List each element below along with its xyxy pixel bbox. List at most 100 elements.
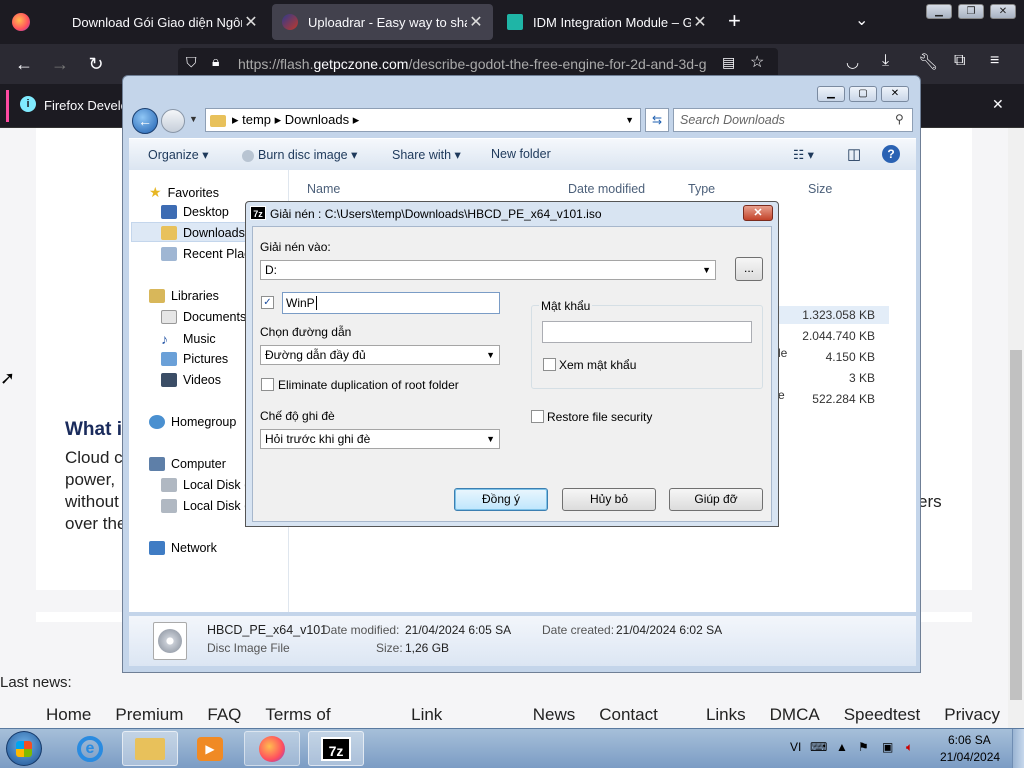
pocket-icon[interactable]: ◡ <box>846 53 859 71</box>
password-group <box>531 305 763 389</box>
tab-idm[interactable]: IDM Integration Module – Get th ✕ <box>497 4 717 40</box>
column-size[interactable]: Size <box>808 182 832 196</box>
firefox-icon[interactable] <box>12 13 30 31</box>
shield-icon[interactable]: ⛉ <box>186 54 197 71</box>
explorer-maximize-button[interactable]: ▢ <box>849 86 877 102</box>
reload-icon[interactable]: ↻ <box>82 44 110 84</box>
tab-download-language[interactable]: Download Gói Giao diện Ngôn ngữ ✕ <box>62 4 268 40</box>
nav-downloads[interactable]: Downloads <box>161 226 245 240</box>
tab-uploadrar[interactable]: Uploadrar - Easy way to share y ✕ <box>272 4 493 40</box>
start-button[interactable] <box>6 731 42 766</box>
back-icon[interactable]: ← <box>10 44 38 84</box>
details-size-label: Size: <box>376 641 403 655</box>
show-hidden-icons[interactable]: ▲ <box>836 740 848 754</box>
forward-icon[interactable]: → <box>46 44 74 84</box>
chevron-down-icon[interactable]: ▼ <box>702 261 711 279</box>
extract-to-combo[interactable]: D: ▼ <box>260 260 716 280</box>
chevron-down-icon[interactable]: ▼ <box>486 346 495 364</box>
nav-favorites[interactable]: ★ Favorites <box>149 184 219 201</box>
new-folder-button[interactable]: New folder <box>491 147 551 161</box>
star-icon: ★ <box>149 184 162 200</box>
show-desktop-button[interactable] <box>1012 729 1024 768</box>
downloads-icon[interactable]: ⤓ <box>882 52 889 70</box>
nav-label: Network <box>171 541 217 555</box>
nav-desktop[interactable]: Desktop <box>161 205 229 219</box>
close-window-button[interactable]: ✕ <box>990 4 1016 19</box>
close-tab-icon[interactable]: ✕ <box>691 12 709 32</box>
nav-pictures[interactable]: Pictures <box>161 352 228 366</box>
recent-pages-icon[interactable]: ▼ <box>189 114 198 124</box>
keyboard-icon[interactable]: ⌨ <box>810 740 827 754</box>
ok-button[interactable]: Đồng ý <box>454 488 548 511</box>
share-with-button[interactable]: Share with ▾ <box>392 147 461 162</box>
password-input[interactable] <box>542 321 752 343</box>
clock-date[interactable]: 21/04/2024 <box>940 750 1000 764</box>
breadcrumb-downloads[interactable]: Downloads <box>285 112 349 127</box>
clock-time[interactable]: 6:06 SA <box>948 733 991 747</box>
list-tabs-icon[interactable]: ⌄ <box>855 10 868 30</box>
media-player-icon[interactable]: ▶ <box>182 731 238 766</box>
wrench-icon[interactable]: 🔧︎ <box>918 52 938 72</box>
nav-homegroup[interactable]: Homegroup <box>149 415 236 429</box>
eliminate-duplication-label: Eliminate duplication of root folder <box>278 378 459 392</box>
eliminate-duplication-checkbox[interactable] <box>261 378 274 391</box>
burn-disc-button[interactable]: Burn disc image ▾ <box>242 147 357 162</box>
new-tab-button[interactable]: + <box>728 8 741 34</box>
explorer-forward-button[interactable] <box>161 109 185 133</box>
refresh-icon[interactable]: ⇆ <box>645 108 669 132</box>
search-input[interactable]: Search Downloads <box>673 108 913 132</box>
restore-button[interactable]: ❐ <box>958 4 984 19</box>
help-button[interactable]: Giúp đỡ <box>669 488 763 511</box>
subfolder-input[interactable]: WinP <box>282 292 500 314</box>
cancel-button[interactable]: Hủy bỏ <box>562 488 656 511</box>
path-mode-combo[interactable]: Đường dẫn đầy đủ ▼ <box>260 345 500 365</box>
internet-explorer-icon[interactable]: e <box>62 731 118 766</box>
volume-muted-icon[interactable]: 🔈︎ <box>906 740 913 755</box>
explorer-back-button[interactable]: ← <box>132 108 158 134</box>
view-options-icon[interactable]: ☷ ▾ <box>793 147 814 162</box>
column-type[interactable]: Type <box>688 182 715 196</box>
chevron-down-icon[interactable]: ▼ <box>486 430 495 448</box>
7zip-taskbar-icon[interactable]: 7z <box>308 731 364 766</box>
subfolder-checkbox[interactable]: ✓ <box>261 296 274 309</box>
help-icon[interactable]: ? <box>882 145 900 163</box>
browse-button[interactable]: ... <box>735 257 763 281</box>
nav-libraries[interactable]: Libraries <box>149 289 219 303</box>
breadcrumb-temp[interactable]: temp <box>242 112 271 127</box>
address-bar[interactable]: ▸ temp ▸ Downloads ▸ ▼ <box>205 108 641 132</box>
network-tray-icon[interactable]: ▣ <box>882 740 893 754</box>
lock-icon[interactable]: 🔒︎ <box>212 53 219 70</box>
nav-documents[interactable]: Documents <box>161 310 246 324</box>
explorer-taskbar-icon[interactable] <box>122 731 178 766</box>
nav-computer[interactable]: Computer <box>149 457 226 471</box>
action-center-flag-icon[interactable]: ⚑ <box>858 740 869 754</box>
reader-view-icon[interactable]: ▤ <box>722 54 735 71</box>
show-password-checkbox[interactable] <box>543 358 556 371</box>
explorer-close-button[interactable]: ✕ <box>881 86 909 102</box>
minimize-button[interactable]: ▁ <box>926 4 952 19</box>
bookmark-star-icon[interactable]: ☆ <box>750 52 764 72</box>
address-dropdown-icon[interactable]: ▼ <box>625 109 634 131</box>
nav-music[interactable]: ♪ Music <box>161 331 216 347</box>
explorer-minimize-button[interactable]: ▁ <box>817 86 845 102</box>
column-name[interactable]: Name <box>307 182 340 196</box>
command-bar: Organize ▾ Burn disc image ▾ Share with … <box>129 138 916 170</box>
close-tab-icon[interactable]: ✕ <box>467 12 485 32</box>
nav-network[interactable]: Network <box>149 541 217 555</box>
firefox-taskbar-icon[interactable] <box>244 731 300 766</box>
nav-videos[interactable]: Videos <box>161 373 221 387</box>
page-scrollbar-thumb[interactable] <box>1010 350 1022 700</box>
documents-icon <box>161 310 177 324</box>
desktop-icon <box>161 205 177 219</box>
dialog-close-button[interactable]: ✕ <box>743 205 773 221</box>
close-notification-icon[interactable]: ✕ <box>992 96 1004 113</box>
close-tab-icon[interactable]: ✕ <box>242 12 260 32</box>
extensions-icon[interactable]: ⧉ <box>954 52 965 70</box>
overwrite-mode-combo[interactable]: Hỏi trước khi ghi đè ▼ <box>260 429 500 449</box>
column-date[interactable]: Date modified <box>568 182 645 196</box>
preview-pane-icon[interactable]: ◫ <box>847 145 861 163</box>
restore-security-checkbox[interactable] <box>531 410 544 423</box>
language-indicator[interactable]: VI <box>790 740 801 754</box>
organize-button[interactable]: Organize ▾ <box>148 147 208 162</box>
menu-icon[interactable]: ≡ <box>990 52 999 70</box>
